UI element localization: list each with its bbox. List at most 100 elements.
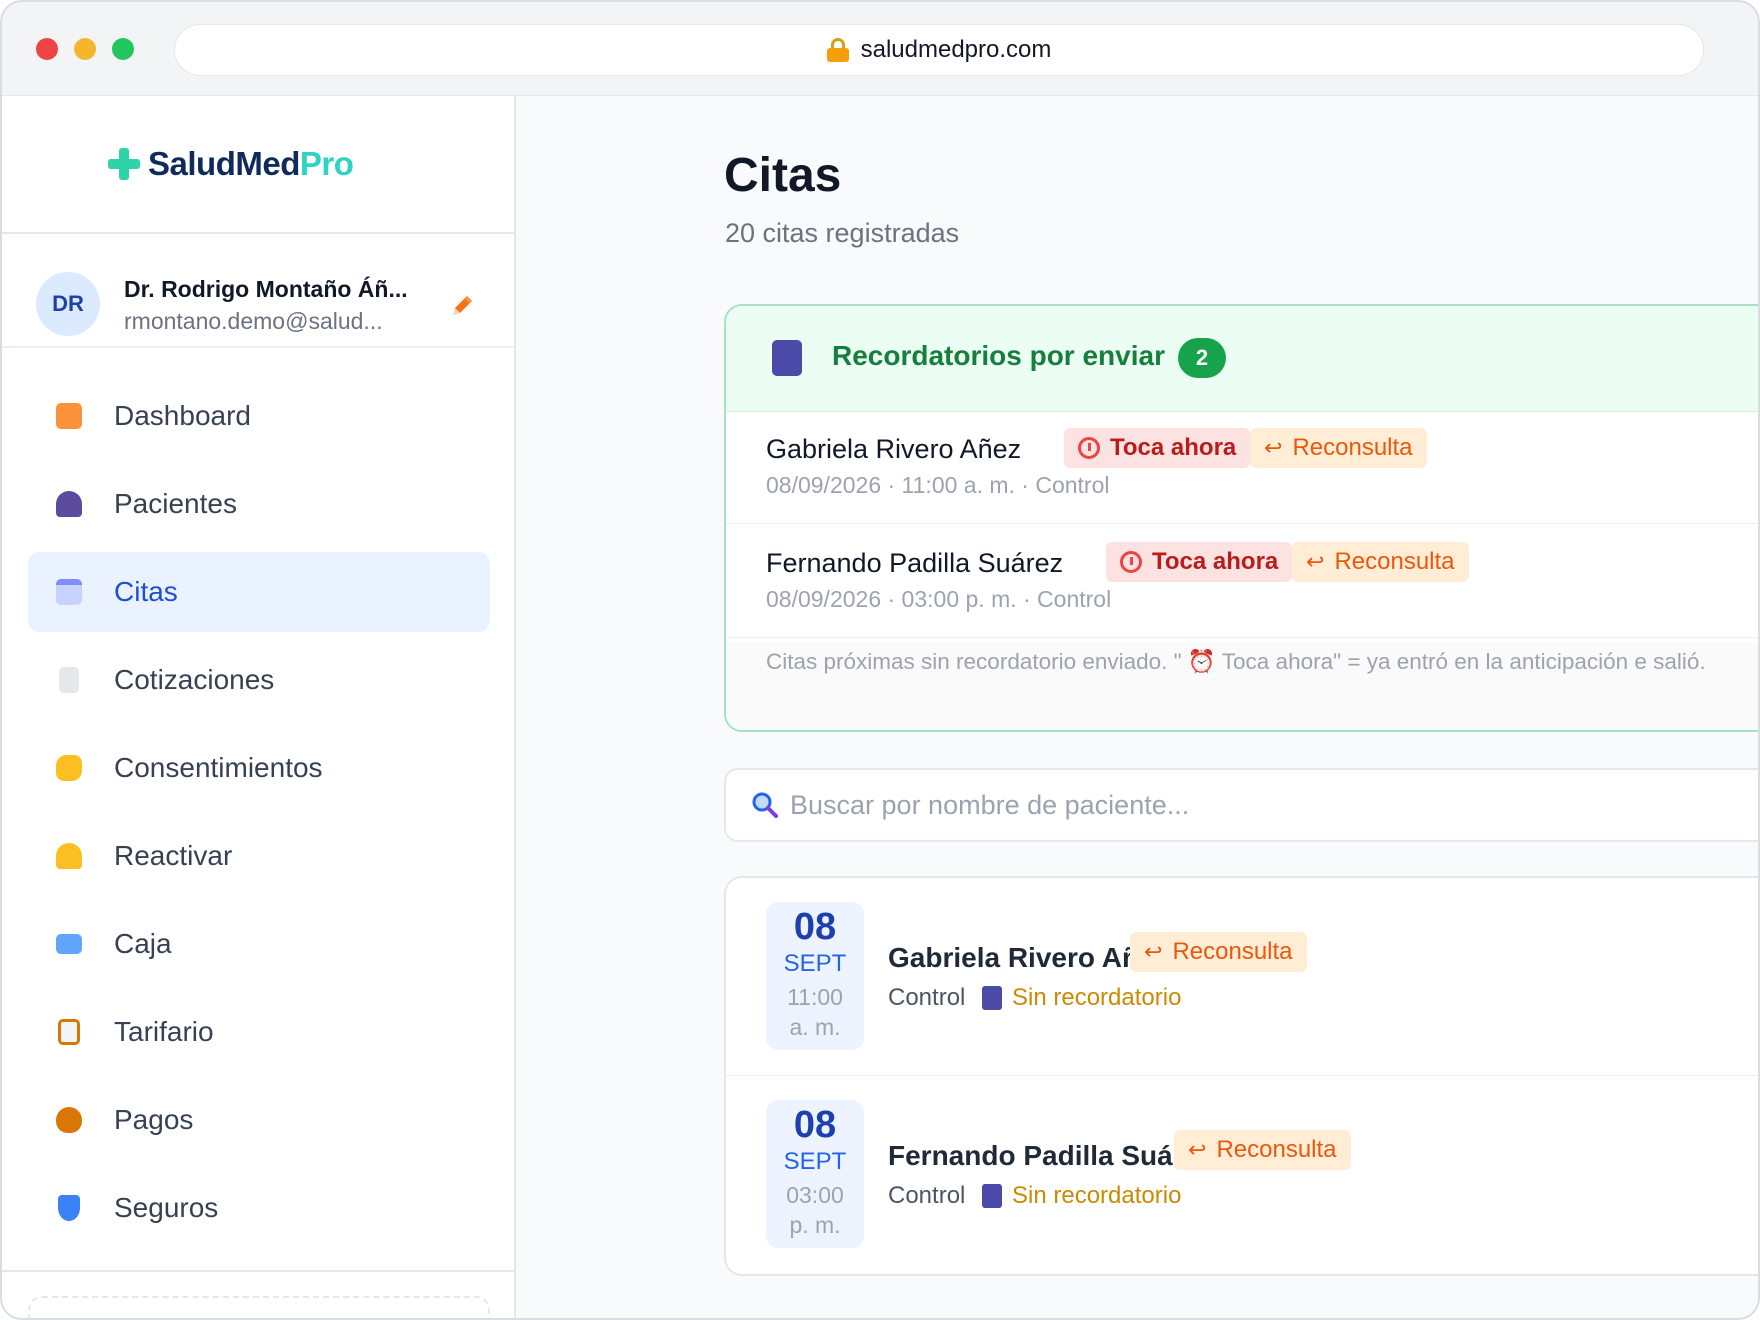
- bell-icon: [56, 843, 82, 869]
- appointment-patient-name: Gabriela Rivero Añez: [888, 942, 1169, 973]
- divider: [2, 232, 514, 234]
- reminder-status: Sin recordatorio: [982, 1182, 1181, 1210]
- reminders-note: Citas próximas sin recordatorio enviado.…: [766, 646, 1758, 678]
- search-icon: [752, 792, 778, 818]
- people-icon: [56, 491, 82, 517]
- reconsulta-badge: ↩ Reconsulta: [1292, 542, 1469, 582]
- sidebar-item-consentimientos[interactable]: Consentimientos: [28, 728, 490, 808]
- appointment-time: 03:00 p. m.: [786, 1182, 844, 1238]
- reconsulta-badge: ↩ Reconsulta: [1130, 932, 1307, 972]
- address-bar[interactable]: saludmedpro.com: [174, 24, 1704, 76]
- toca-ahora-badge: Toca ahora: [1064, 428, 1251, 468]
- sidebar-item-citas[interactable]: Citas: [28, 552, 490, 632]
- user-name: Dr. Rodrigo Montaño Áñ...: [124, 276, 408, 302]
- sidebar-item-pacientes[interactable]: Pacientes: [28, 464, 490, 544]
- reminder-row[interactable]: Gabriela Rivero Añez Toca ahora ↩ Recons…: [726, 412, 1758, 524]
- mobile-phone-icon: [772, 340, 802, 376]
- badge-label: Toca ahora: [1152, 548, 1279, 575]
- sidebar-item-label: Tarifario: [114, 1016, 214, 1047]
- sidebar-item-label: Pagos: [114, 1104, 194, 1135]
- sidebar-item-label: Dashboard: [114, 400, 251, 431]
- sidebar-item-label: Caja: [114, 928, 172, 959]
- sidebar-item-tarifario[interactable]: Tarifario: [28, 992, 490, 1072]
- brand-logo[interactable]: SaludMedPro: [108, 144, 354, 184]
- writing-hand-icon: [56, 755, 82, 781]
- money-bag-icon: [56, 1107, 82, 1133]
- badge-label: Reconsulta: [1172, 938, 1293, 965]
- sidebar-item-label: Consentimientos: [114, 752, 323, 783]
- sidebar-item-cotizaciones[interactable]: Cotizaciones: [28, 640, 490, 720]
- sidebar-item-reactivar[interactable]: Reactivar: [28, 816, 490, 896]
- appointment-month: SEPT: [783, 1148, 847, 1175]
- divider: [2, 1270, 514, 1272]
- url-text: saludmedpro.com: [860, 36, 1052, 63]
- user-profile: DR Dr. Rodrigo Montaño Áñ... rmontano.de…: [36, 256, 496, 352]
- badge-label: Reconsulta: [1334, 548, 1455, 575]
- shield-icon: [58, 1195, 80, 1221]
- mobile-phone-icon: [982, 1184, 1002, 1208]
- sidebar-item-label: Reactivar: [114, 840, 233, 871]
- divider: [2, 346, 514, 348]
- appointment-row[interactable]: 08 SEPT 11:00 a. m. Gabriela Rivero Añez …: [726, 878, 1758, 1076]
- appointment-type: Control: [888, 984, 966, 1011]
- appointment-date: 08 SEPT 11:00 a. m.: [766, 902, 864, 1050]
- maximize-window-button[interactable]: [112, 38, 134, 60]
- receipt-icon: [59, 667, 79, 693]
- main-content: Citas 20 citas registradas Recordatorios…: [516, 96, 1758, 1318]
- page-subtitle: 20 citas registradas: [725, 218, 960, 248]
- toca-ahora-badge: Toca ahora: [1106, 542, 1293, 582]
- reminder-status-label: Sin recordatorio: [1012, 984, 1182, 1011]
- search-input[interactable]: Buscar por nombre de paciente...: [790, 790, 1189, 821]
- reminder-row[interactable]: Fernando Padilla Suárez Toca ahora ↩ Rec…: [726, 526, 1758, 638]
- brand-name-part1: SaludMed: [148, 145, 300, 182]
- sidebar: SaludMedPro DR Dr. Rodrigo Montaño Áñ...…: [2, 96, 516, 1318]
- reminder-status-label: Sin recordatorio: [1012, 1182, 1182, 1209]
- clipboard-icon: [58, 1019, 80, 1045]
- edit-profile-pencil-icon[interactable]: [448, 292, 476, 320]
- appointment-row[interactable]: 08 SEPT 03:00 p. m. Fernando Padilla Suár…: [726, 1076, 1758, 1274]
- medical-cross-icon: [108, 148, 140, 180]
- reconsulta-badge: ↩ Reconsulta: [1174, 1130, 1351, 1170]
- alarm-clock-icon: [1078, 437, 1100, 459]
- sidebar-item-label: Seguros: [114, 1192, 219, 1223]
- return-arrow-icon: ↩: [1144, 939, 1163, 964]
- sidebar-item-label: Pacientes: [114, 488, 237, 519]
- appointments-list: 08 SEPT 11:00 a. m. Gabriela Rivero Añez …: [724, 876, 1758, 1276]
- search-box[interactable]: Buscar por nombre de paciente...: [724, 768, 1758, 842]
- reminder-patient-name: Gabriela Rivero Añez: [766, 434, 1022, 464]
- avatar: DR: [36, 272, 100, 336]
- sidebar-item-label: Cotizaciones: [114, 664, 275, 695]
- badge-label: Reconsulta: [1292, 434, 1413, 461]
- calendar-icon: [56, 579, 82, 605]
- appointment-day: 08: [793, 906, 837, 948]
- reminder-patient-name: Fernando Padilla Suárez: [766, 548, 1064, 578]
- appointment-time: 11:00 a. m.: [787, 984, 843, 1040]
- sidebar-footer-box: [28, 1296, 490, 1318]
- reminder-meta: 08/09/2026 · 03:00 p. m. · Control: [766, 586, 1112, 612]
- reconsulta-badge: ↩ Reconsulta: [1250, 428, 1427, 468]
- sidebar-item-dashboard[interactable]: Dashboard: [28, 376, 490, 456]
- sidebar-item-caja[interactable]: Caja: [28, 904, 490, 984]
- brand-name-part2: Pro: [299, 145, 354, 182]
- user-email: rmontano.demo@salud...: [124, 308, 383, 334]
- alarm-clock-icon: [1120, 551, 1142, 573]
- page-title: Citas: [724, 149, 842, 202]
- return-arrow-icon: ↩: [1306, 549, 1325, 574]
- return-arrow-icon: ↩: [1264, 435, 1283, 460]
- house-icon: [56, 403, 82, 429]
- browser-titlebar: saludmedpro.com: [2, 2, 1758, 96]
- close-window-button[interactable]: [36, 38, 58, 60]
- lock-icon: [826, 38, 849, 62]
- browser-window: saludmedpro.com SaludMedPro DR Dr. Rodri…: [0, 0, 1760, 1320]
- reminder-meta: 08/09/2026 · 11:00 a. m. · Control: [766, 472, 1110, 498]
- appointment-patient-name: Fernando Padilla Suárez: [888, 1140, 1214, 1171]
- badge-label: Toca ahora: [1110, 434, 1237, 461]
- sidebar-nav: Dashboard Pacientes Citas Cotizaciones C…: [28, 376, 490, 1256]
- badge-label: Reconsulta: [1216, 1136, 1337, 1163]
- minimize-window-button[interactable]: [74, 38, 96, 60]
- sidebar-item-pagos[interactable]: Pagos: [28, 1080, 490, 1160]
- reminders-title: Recordatorios por enviar: [832, 340, 1165, 371]
- sidebar-item-label: Citas: [114, 576, 178, 607]
- reminders-panel: Recordatorios por enviar 2 Gabriela Rive…: [724, 304, 1758, 732]
- sidebar-item-seguros[interactable]: Seguros: [28, 1168, 490, 1248]
